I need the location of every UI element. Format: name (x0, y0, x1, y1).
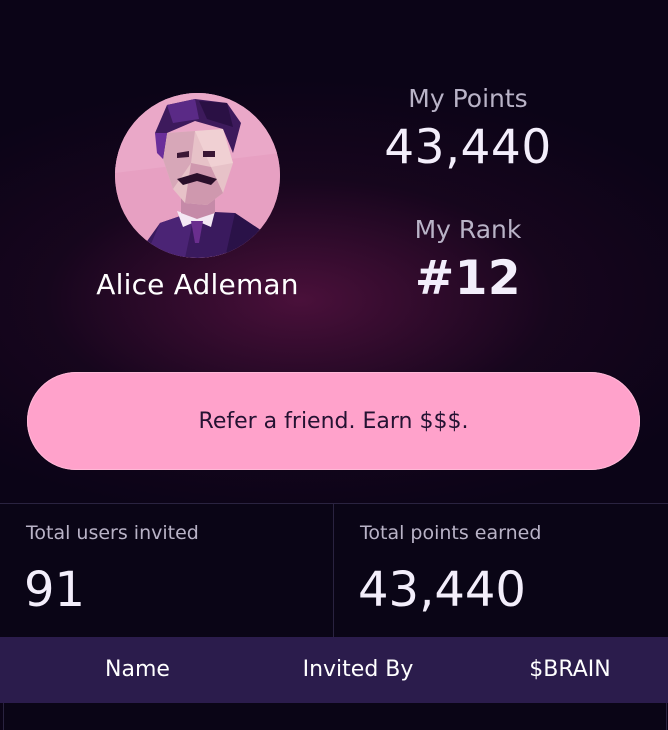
total-users-value: 91 (24, 562, 86, 618)
invites-table-body (3, 703, 667, 730)
user-name: Alice Adleman (96, 268, 299, 301)
my-points-label: My Points (408, 84, 528, 113)
total-points-value: 43,440 (358, 562, 526, 618)
referral-screen: Alice Adleman My Points 43,440 My Rank #… (0, 0, 668, 730)
my-rank-label: My Rank (414, 215, 522, 244)
totals-section: Total users invited 91 Total points earn… (0, 503, 668, 638)
total-points-card: Total points earned 43,440 (334, 504, 668, 638)
avatar (115, 93, 280, 258)
total-users-card: Total users invited 91 (0, 504, 334, 638)
refer-friend-label: Refer a friend. Earn $$$. (198, 408, 469, 434)
invites-table-header: Name Invited By $BRAIN (0, 637, 668, 703)
refer-friend-button[interactable]: Refer a friend. Earn $$$. (27, 372, 640, 470)
total-points-label: Total points earned (360, 522, 542, 544)
my-rank-value: #12 (414, 251, 522, 306)
column-header-name[interactable]: Name (60, 637, 215, 703)
total-users-label: Total users invited (26, 522, 199, 544)
column-header-brain[interactable]: $BRAIN (490, 637, 650, 703)
portrait-icon (115, 93, 280, 258)
my-points-value: 43,440 (384, 120, 552, 175)
column-header-invited-by[interactable]: Invited By (278, 637, 438, 703)
